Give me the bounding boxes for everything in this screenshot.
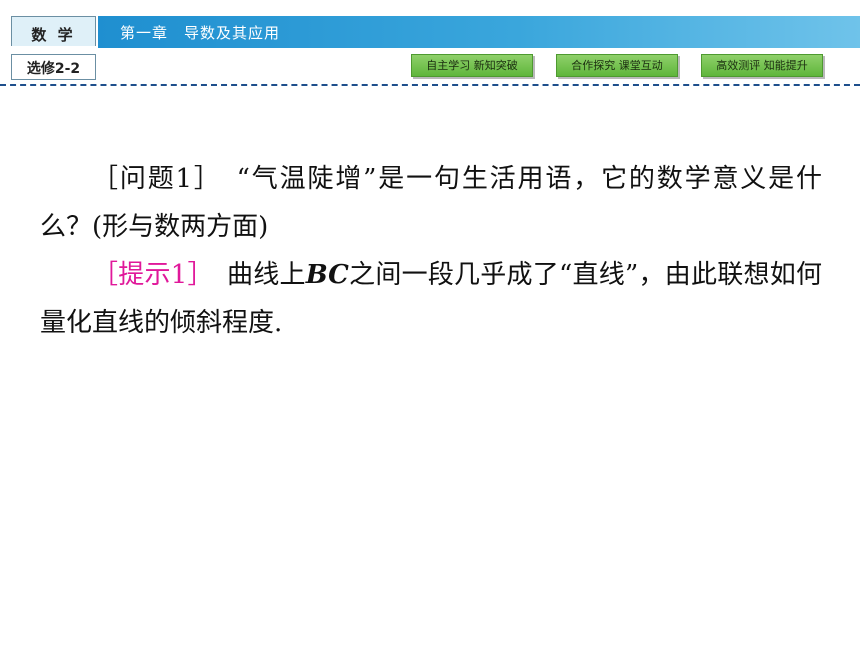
edition-label-box: 选修2-2 <box>11 54 96 80</box>
subject-label: 数 学 <box>31 26 76 44</box>
nav-button-self-study[interactable]: 自主学习 新知突破 <box>411 54 533 77</box>
hint-text-italic: BC <box>305 260 349 290</box>
header-divider <box>0 84 860 86</box>
edition-label: 选修2-2 <box>26 61 81 77</box>
nav-button-cooperative-inquiry[interactable]: 合作探究 课堂互动 <box>556 54 678 77</box>
hint-paragraph: ［提示1］ 曲线上BC之间一段几乎成了“直线”，由此联想如何量化直线的倾斜程度. <box>40 251 822 347</box>
question-paragraph: ［问题1］ “气温陡增”是一句生活用语，它的数学意义是什么？(形与数两方面) <box>40 155 822 251</box>
slide-content: ［问题1］ “气温陡增”是一句生活用语，它的数学意义是什么？(形与数两方面) ［… <box>40 155 822 347</box>
header-bar: 第一章 导数及其应用 <box>98 16 860 48</box>
question-label: ［问题1］ <box>92 164 209 194</box>
nav-button-efficient-assessment[interactable]: 高效测评 知能提升 <box>701 54 823 77</box>
chapter-title: 第一章 导数及其应用 <box>120 24 281 42</box>
hint-text-before: 曲线上 <box>226 260 306 290</box>
subject-label-box: 数 学 <box>11 16 96 46</box>
hint-label: ［提示1］ <box>92 260 201 290</box>
